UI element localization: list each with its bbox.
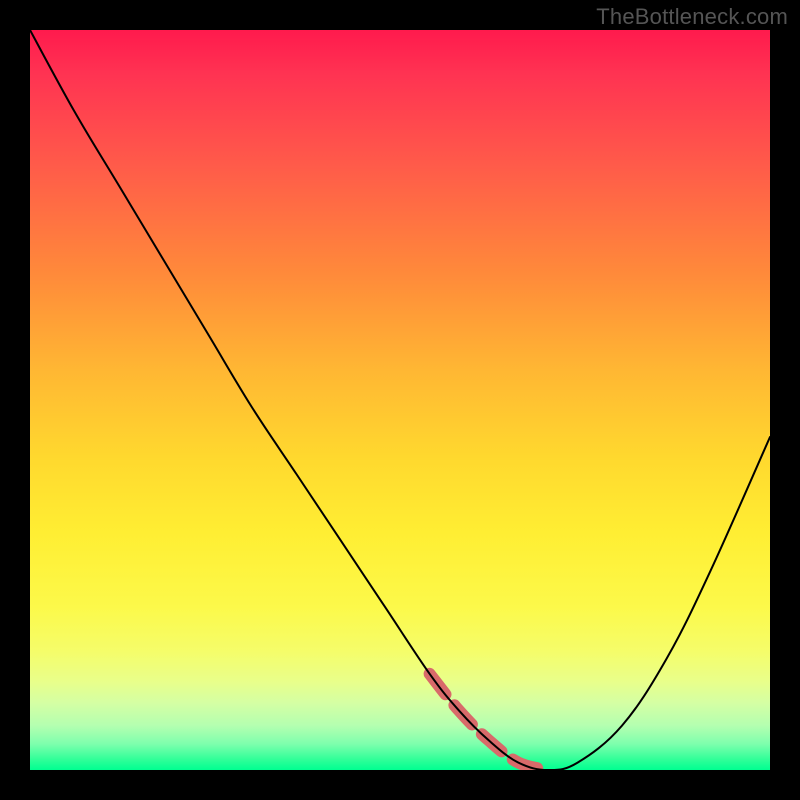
chart-frame: TheBottleneck.com — [0, 0, 800, 800]
watermark-text: TheBottleneck.com — [596, 4, 788, 30]
heat-gradient — [30, 30, 770, 770]
plot-area — [30, 30, 770, 770]
